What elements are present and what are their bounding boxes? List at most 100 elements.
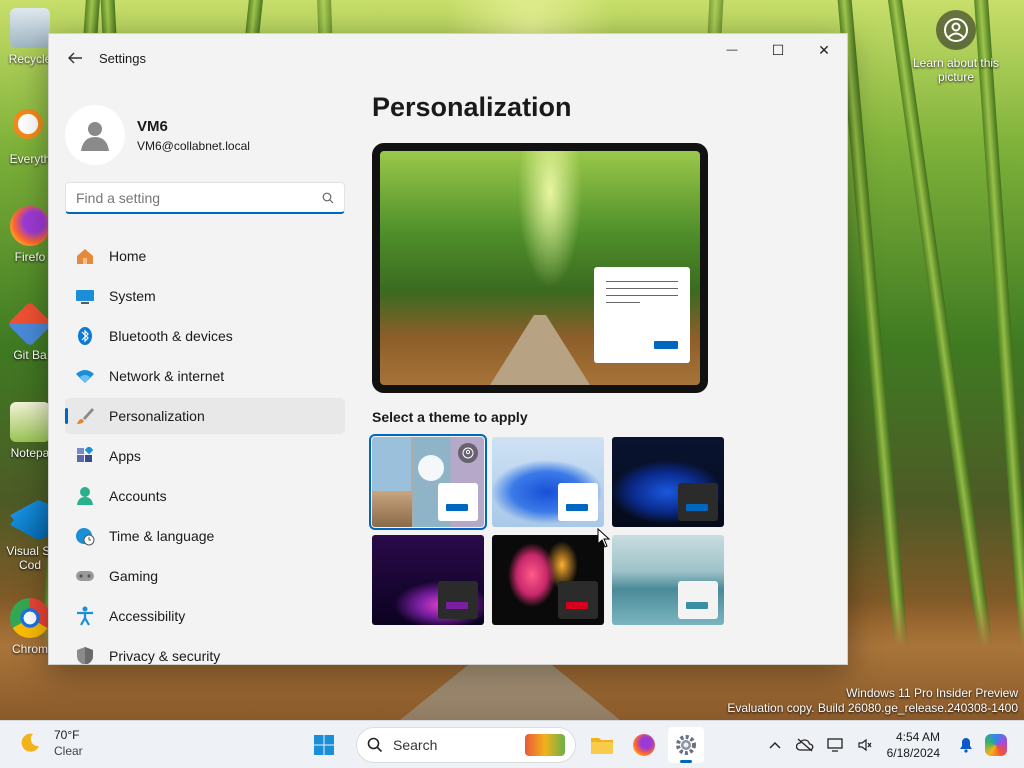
preview-path: [490, 315, 590, 385]
display-icon[interactable]: [821, 731, 849, 759]
theme-windows-light[interactable]: [492, 437, 604, 527]
theme-sample-card: [558, 483, 598, 521]
nav-item-accessibility[interactable]: Accessibility: [65, 598, 345, 634]
notepad-plus-plus-icon: [10, 402, 50, 442]
bell-icon: [960, 738, 972, 753]
nav-item-personalization[interactable]: Personalization: [65, 398, 345, 434]
nav-label: Time & language: [109, 528, 215, 544]
desktop-icon-label: Visual St Cod: [6, 544, 54, 572]
nav-item-time-language[interactable]: Time & language: [65, 518, 345, 554]
taskbar-file-explorer[interactable]: [584, 727, 620, 763]
maximize-button[interactable]: ☐: [755, 34, 801, 66]
preview-window: [594, 267, 690, 363]
apps-icon: [75, 446, 95, 466]
title-bar[interactable]: Settings — ☐ ✕: [49, 34, 847, 82]
nav-item-network[interactable]: Network & internet: [65, 358, 345, 394]
volume-icon[interactable]: [851, 731, 879, 759]
desktop-preview: [372, 143, 708, 393]
nav-item-apps[interactable]: Apps: [65, 438, 345, 474]
theme-section-label: Select a theme to apply: [372, 409, 528, 425]
theme-sample-card: [438, 581, 478, 619]
find-setting-search[interactable]: [65, 182, 345, 214]
nav-label: Personalization: [109, 408, 205, 424]
mouse-cursor-icon: [597, 528, 611, 548]
taskbar: 70°F Clear Search 4:54 AM 6/18/2024: [0, 720, 1024, 768]
notification-bell-button[interactable]: [952, 731, 980, 759]
search-input[interactable]: [76, 189, 322, 206]
nav-label: System: [109, 288, 156, 304]
theme-glow[interactable]: [372, 535, 484, 625]
preview-accent-button: [654, 341, 678, 349]
nav-label: Network & internet: [109, 368, 225, 384]
theme-windows-spotlight[interactable]: [369, 434, 487, 530]
desktop-icon-label: Recycle: [8, 52, 52, 66]
copilot-icon: [985, 734, 1007, 756]
taskbar-firefox[interactable]: [626, 727, 662, 763]
start-button[interactable]: [306, 727, 342, 763]
search-icon: [367, 737, 383, 753]
back-button[interactable]: [59, 42, 91, 74]
nav-item-home[interactable]: Home: [65, 238, 345, 274]
nav-item-gaming[interactable]: Gaming: [65, 558, 345, 594]
user-name: VM6: [137, 117, 168, 135]
theme-windows-dark[interactable]: [612, 437, 724, 527]
nav-item-accounts[interactable]: Accounts: [65, 478, 345, 514]
gamepad-icon: [75, 566, 95, 586]
everything-search-icon: [10, 108, 50, 148]
maximize-icon: ☐: [771, 41, 785, 58]
desktop-icon-label: Firefo: [14, 250, 46, 264]
bluetooth-icon: [75, 326, 95, 346]
build-watermark: Windows 11 Pro Insider Preview Evaluatio…: [727, 686, 1018, 716]
person-icon: [81, 122, 109, 151]
spotlight-icon: [936, 10, 976, 50]
user-email: VM6@collabnet.local: [137, 138, 250, 153]
system-tray: 4:54 AM 6/18/2024: [759, 725, 1010, 765]
cloud-offline-icon: [795, 738, 813, 752]
nav-item-privacy-security[interactable]: Privacy & security: [65, 638, 345, 664]
weather-description: Clear: [54, 744, 83, 758]
taskbar-search[interactable]: Search: [356, 727, 576, 763]
chevron-up-icon: [769, 742, 781, 749]
nav-label: Accessibility: [109, 608, 186, 624]
desktop-icon-label: Chrom: [11, 642, 48, 656]
folder-icon: [591, 738, 613, 754]
theme-sample-card: [558, 581, 598, 619]
nav-item-system[interactable]: System: [65, 278, 345, 314]
gear-icon: [676, 735, 696, 755]
arrow-left-icon: [68, 52, 82, 64]
windows-logo-icon: [314, 735, 334, 755]
watermark-edition: Windows 11 Pro Insider Preview: [846, 686, 1018, 700]
learn-about-picture[interactable]: Learn about this picture: [906, 10, 1006, 84]
nav-label: Home: [109, 248, 147, 264]
home-icon: [75, 246, 95, 266]
speaker-muted-icon: [858, 738, 872, 752]
network-status-icon[interactable]: [791, 731, 819, 759]
theme-flow[interactable]: [612, 535, 724, 625]
nav-label: Apps: [109, 448, 141, 464]
nav-item-bluetooth[interactable]: Bluetooth & devices: [65, 318, 345, 354]
search-icon: [322, 192, 334, 203]
window-title: Settings: [99, 50, 146, 66]
clock[interactable]: 4:54 AM 6/18/2024: [887, 729, 940, 761]
nav-label: Gaming: [109, 568, 159, 584]
taskbar-settings[interactable]: [668, 727, 704, 763]
nav-list: Home System Bluetooth & devices Network …: [49, 238, 359, 664]
minimize-button[interactable]: —: [709, 34, 755, 66]
user-profile[interactable]: VM6 VM6@collabnet.local: [49, 82, 359, 172]
vscode-icon: [10, 500, 50, 540]
monitor-icon: [826, 738, 843, 752]
page-title: Personalization: [372, 92, 572, 122]
avatar: [65, 105, 125, 165]
minimize-icon: —: [726, 44, 738, 56]
main-content: Personalization Select a theme to apply: [369, 82, 847, 664]
recycle-bin-icon: [10, 8, 50, 48]
accounts-icon: [75, 486, 95, 506]
theme-captured-motion[interactable]: [492, 535, 604, 625]
show-hidden-icons-button[interactable]: [761, 731, 789, 759]
weather-widget[interactable]: 70°F Clear: [18, 727, 83, 759]
taskbar-search-label: Search: [393, 737, 438, 753]
firefox-icon: [10, 206, 50, 246]
copilot-button[interactable]: [982, 731, 1010, 759]
close-button[interactable]: ✕: [801, 34, 847, 66]
moon-icon: [21, 733, 39, 752]
